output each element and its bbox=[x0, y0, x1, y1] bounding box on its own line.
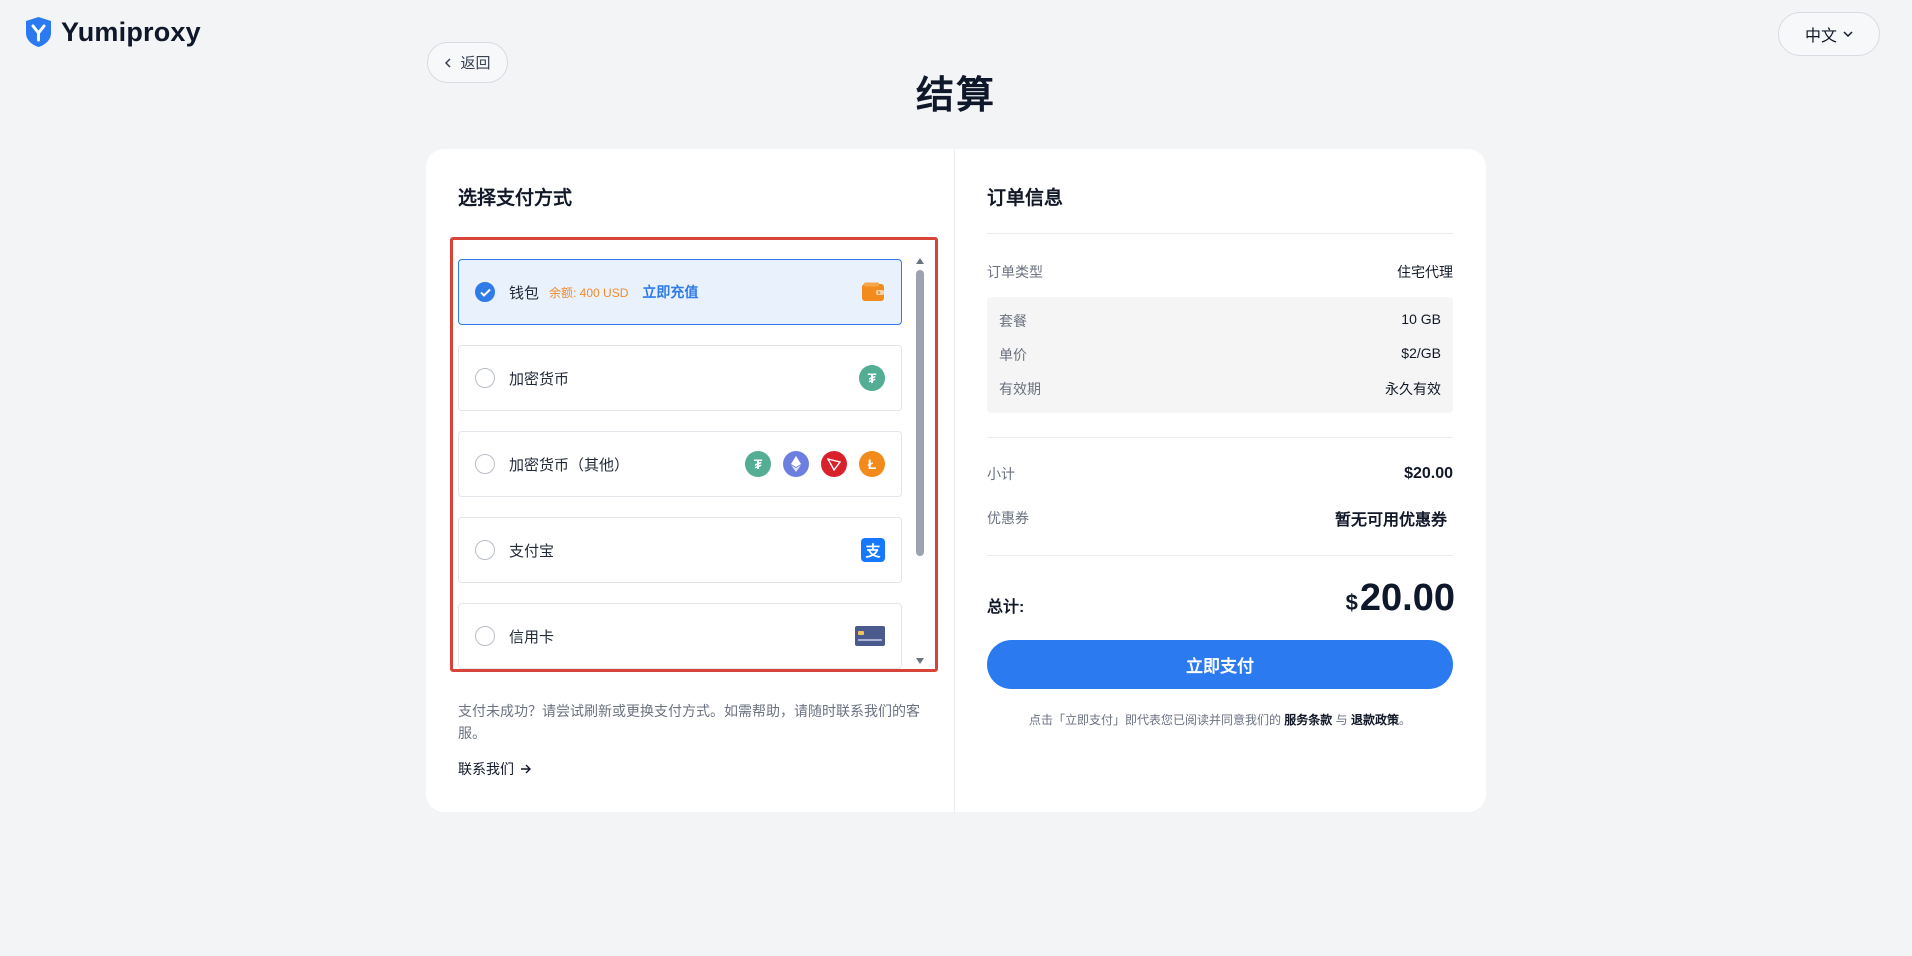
payment-label: 钱包 bbox=[509, 284, 540, 302]
payment-help-text: 支付未成功？请尝试刷新或更换支付方式。如需帮助，请随时联系我们的客服。 bbox=[458, 703, 920, 741]
order-type-label: 订单类型 bbox=[987, 264, 1043, 280]
payment-label: 加密货币（其他） bbox=[509, 456, 630, 474]
terms-text: 点击「立即支付」即代表您已阅读并同意我们的 服务条款 与 退款政策。 bbox=[987, 711, 1453, 728]
tether-icon: ₮ bbox=[745, 451, 771, 477]
total-amount: $ 20.00 bbox=[1346, 577, 1455, 620]
wallet-balance: 余额: 400 USD bbox=[549, 285, 629, 300]
total-label: 总计: bbox=[987, 599, 1025, 616]
brand-name: Yumiproxy bbox=[61, 16, 201, 47]
page-title: 结算 bbox=[915, 75, 996, 117]
terms-prefix: 点击「立即支付」即代表您已阅读并同意我们的 bbox=[1028, 713, 1281, 727]
detail-value: 永久有效 bbox=[1385, 381, 1441, 397]
scroll-down-arrow-icon[interactable] bbox=[916, 658, 924, 664]
order-section: 订单信息 订单类型 住宅代理 套餐 10 GB 单价 $2/GB 有效期 永久有… bbox=[955, 149, 1486, 812]
scroll-up-arrow-icon[interactable] bbox=[916, 258, 924, 264]
coupon-value[interactable]: 暂无可用优惠券 bbox=[1335, 506, 1447, 530]
tron-icon bbox=[821, 451, 847, 477]
total-currency: $ bbox=[1345, 590, 1358, 615]
order-title: 订单信息 bbox=[987, 188, 1064, 209]
topup-link[interactable]: 立即充值 bbox=[642, 282, 698, 302]
payment-list-scrollbar[interactable] bbox=[915, 256, 925, 664]
payment-label: 加密货币 bbox=[509, 370, 570, 388]
credit-card-icon bbox=[855, 626, 885, 646]
pay-now-button[interactable]: 立即支付 bbox=[987, 640, 1453, 689]
payment-section: 选择支付方式 钱包 余额: 400 USD 立即充值 加密货币 ₮ 加密货币（其… bbox=[426, 149, 955, 812]
plan-row: 套餐 10 GB bbox=[999, 311, 1441, 331]
payment-option-crypto[interactable]: 加密货币 ₮ bbox=[458, 345, 902, 411]
detail-label: 有效期 bbox=[999, 381, 1041, 397]
language-label: 中文 bbox=[1804, 28, 1837, 45]
payment-label: 支付宝 bbox=[509, 542, 555, 560]
chevron-down-icon bbox=[1843, 31, 1853, 38]
wallet-icon bbox=[862, 282, 884, 301]
payment-label: 信用卡 bbox=[509, 628, 555, 646]
order-type-row: 订单类型 住宅代理 bbox=[987, 262, 1453, 282]
total-number: 20.00 bbox=[1359, 577, 1455, 619]
terms-and: 与 bbox=[1335, 713, 1348, 727]
brand-logo[interactable]: Yumiproxy bbox=[24, 16, 201, 48]
radio-unchecked[interactable] bbox=[475, 540, 495, 560]
unit-price-row: 单价 $2/GB bbox=[999, 345, 1441, 365]
alipay-icon: 支 bbox=[861, 538, 885, 562]
terms-of-service-link[interactable]: 服务条款 bbox=[1284, 713, 1332, 727]
refund-policy-link[interactable]: 退款政策 bbox=[1351, 713, 1399, 727]
arrow-right-icon bbox=[521, 764, 531, 774]
ethereum-icon bbox=[783, 451, 809, 477]
divider bbox=[987, 437, 1453, 438]
payment-method-list: 钱包 余额: 400 USD 立即充值 加密货币 ₮ 加密货币（其他） ₮ Ł … bbox=[450, 237, 938, 672]
contact-us-link[interactable]: 联系我们 bbox=[458, 759, 532, 779]
check-icon bbox=[479, 288, 491, 297]
contact-label: 联系我们 bbox=[458, 761, 514, 777]
litecoin-icon: Ł bbox=[859, 451, 885, 477]
payment-option-crypto-other[interactable]: 加密货币（其他） ₮ Ł bbox=[458, 431, 902, 497]
language-selector[interactable]: 中文 bbox=[1778, 12, 1880, 56]
order-type-value: 住宅代理 bbox=[1397, 264, 1453, 280]
radio-checked[interactable] bbox=[475, 282, 495, 302]
detail-label: 单价 bbox=[999, 347, 1027, 363]
radio-unchecked[interactable] bbox=[475, 454, 495, 474]
payment-option-wallet[interactable]: 钱包 余额: 400 USD 立即充值 bbox=[458, 259, 902, 325]
detail-value: 10 GB bbox=[1401, 311, 1441, 327]
payment-option-credit-card[interactable]: 信用卡 bbox=[458, 603, 902, 669]
detail-label: 套餐 bbox=[999, 313, 1027, 329]
divider bbox=[987, 233, 1453, 234]
coupon-label: 优惠券 bbox=[987, 510, 1029, 526]
scroll-thumb[interactable] bbox=[916, 270, 924, 556]
divider bbox=[987, 555, 1453, 556]
subtotal-row: 小计 $20.00 bbox=[987, 464, 1453, 484]
payment-title: 选择支付方式 bbox=[458, 188, 573, 209]
subtotal-value: $20.00 bbox=[1404, 465, 1453, 482]
payment-option-alipay[interactable]: 支付宝 支 bbox=[458, 517, 902, 583]
order-details-box: 套餐 10 GB 单价 $2/GB 有效期 永久有效 bbox=[987, 297, 1453, 413]
coupon-row[interactable]: 优惠券 暂无可用优惠券 bbox=[987, 506, 1453, 530]
subtotal-label: 小计 bbox=[987, 466, 1015, 482]
terms-suffix: 。 bbox=[1399, 713, 1412, 727]
radio-unchecked[interactable] bbox=[475, 626, 495, 646]
radio-unchecked[interactable] bbox=[475, 368, 495, 388]
checkout-card: 选择支付方式 钱包 余额: 400 USD 立即充值 加密货币 ₮ 加密货币（其… bbox=[426, 149, 1486, 812]
validity-row: 有效期 永久有效 bbox=[999, 379, 1441, 399]
yumiproxy-logo-icon bbox=[26, 17, 51, 47]
tether-icon: ₮ bbox=[859, 365, 885, 391]
detail-value: $2/GB bbox=[1401, 345, 1441, 361]
